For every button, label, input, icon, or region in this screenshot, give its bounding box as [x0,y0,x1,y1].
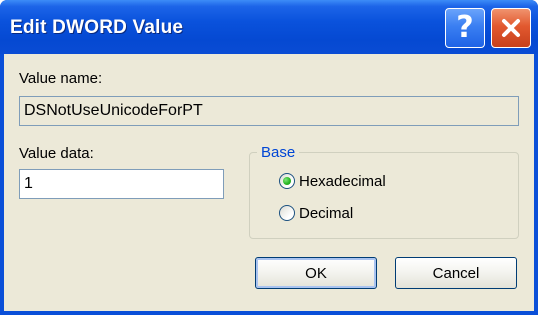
hexadecimal-label[interactable]: Hexadecimal [299,173,386,190]
value-data-input[interactable]: 1 [19,169,224,199]
title-bar[interactable]: Edit DWORD Value ? [0,0,538,54]
dialog-body: Value name: DSNotUseUnicodeForPT Value d… [4,54,534,311]
value-data-label: Value data: [19,145,94,162]
dialog-title: Edit DWORD Value [10,17,184,38]
close-button[interactable] [491,8,531,48]
value-name-label: Value name: [19,70,103,87]
cancel-button[interactable]: Cancel [395,257,517,289]
help-button[interactable]: ? [445,8,485,48]
edit-dword-dialog: Edit DWORD Value ? Value name: DSNotUseU… [0,0,538,315]
value-name-field[interactable]: DSNotUseUnicodeForPT [19,96,519,126]
radio-selected-dot [283,177,291,185]
close-icon [502,19,520,37]
ok-button[interactable]: OK [255,257,377,289]
hexadecimal-radio[interactable] [279,173,295,189]
decimal-radio[interactable] [279,205,295,221]
base-groupbox [249,152,519,239]
base-legend: Base [257,144,300,161]
help-icon: ? [456,10,474,45]
decimal-label[interactable]: Decimal [299,205,353,222]
